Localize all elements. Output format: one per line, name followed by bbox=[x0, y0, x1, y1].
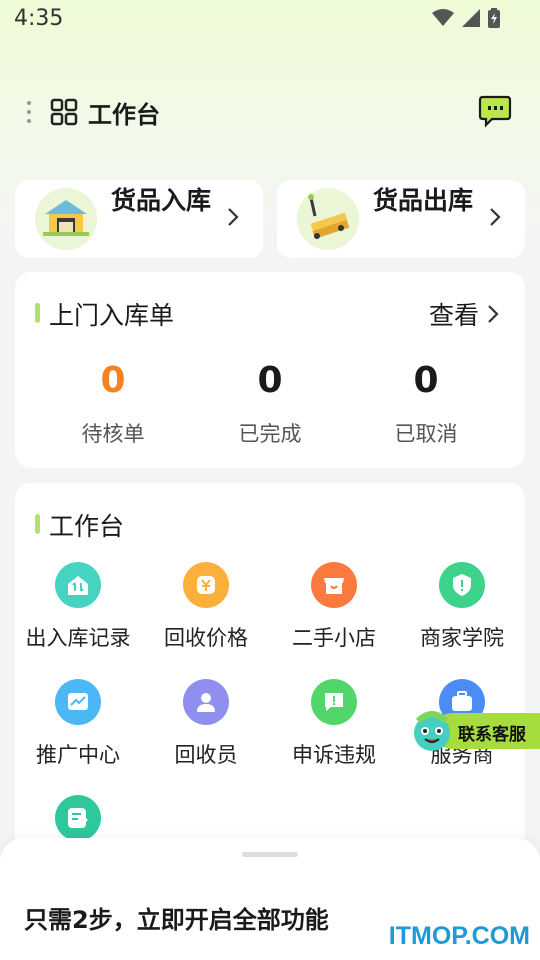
person-icon bbox=[183, 679, 229, 725]
chat-bubble-icon[interactable] bbox=[478, 94, 512, 128]
stock-in-card[interactable]: 货品入库 bbox=[15, 180, 263, 258]
stat-label: 已完成 bbox=[238, 422, 302, 446]
grid-item-appeal-violation[interactable]: 申诉违规 bbox=[270, 679, 398, 769]
stock-in-label: 货品入库 bbox=[111, 186, 212, 215]
status-icons bbox=[432, 8, 500, 28]
stat-label: 待核单 bbox=[81, 422, 145, 446]
stat-value: 0 bbox=[413, 360, 439, 401]
chevron-right-icon bbox=[488, 305, 499, 323]
grid-item-second-hand-shop[interactable]: 二手小店 bbox=[270, 562, 398, 652]
stat-value: 0 bbox=[257, 360, 283, 401]
grid-item-label: 申诉违规 bbox=[292, 743, 376, 767]
yen-price-icon bbox=[183, 562, 229, 608]
grid-item-label: 出入库记录 bbox=[25, 626, 131, 650]
page-title: 工作台 bbox=[88, 101, 160, 129]
stat-label: 已取消 bbox=[394, 422, 458, 446]
stat-value: 0 bbox=[100, 360, 126, 401]
grid-icon[interactable] bbox=[50, 98, 78, 126]
view-orders-link[interactable]: 查看 bbox=[429, 296, 499, 332]
watermark: ITMOP.COM bbox=[388, 922, 530, 950]
stock-out-card[interactable]: 货品出库 bbox=[277, 180, 525, 258]
view-label: 查看 bbox=[428, 301, 479, 330]
grid-item-promotion-center[interactable]: 推广中心 bbox=[14, 679, 142, 769]
grid-item-in-out-records[interactable]: 出入库记录 bbox=[14, 562, 142, 652]
title-accent-bar bbox=[35, 303, 40, 323]
signal-icon bbox=[462, 9, 480, 27]
stat-pending[interactable]: 0 待核单 bbox=[43, 360, 183, 448]
stat-completed[interactable]: 0 已完成 bbox=[200, 360, 340, 448]
mascot-icon bbox=[414, 711, 450, 751]
chevron-right-icon bbox=[490, 208, 501, 226]
shop-icon bbox=[311, 562, 357, 608]
pallet-truck-icon bbox=[297, 188, 359, 250]
grid-item-label: 商家学院 bbox=[420, 626, 504, 650]
in-out-record-icon bbox=[55, 562, 101, 608]
bottom-sheet[interactable]: 只需2步，立即开启全部功能 ITMOP.COM bbox=[0, 838, 540, 960]
contact-customer-service-button[interactable]: 联系客服 bbox=[408, 707, 540, 755]
door-stock-in-orders-card: 上门入库单 查看 0 待核单 0 已完成 0 已取消 bbox=[15, 272, 525, 468]
status-bar: 4:35 bbox=[0, 0, 540, 40]
trend-chart-icon bbox=[55, 679, 101, 725]
more-dots-icon[interactable] bbox=[26, 100, 32, 124]
grid-item-label: 二手小店 bbox=[292, 626, 376, 650]
title-accent-bar bbox=[35, 514, 40, 534]
stat-cancelled[interactable]: 0 已取消 bbox=[356, 360, 496, 448]
header: 工作台 bbox=[0, 88, 540, 136]
grid-item-label: 推广中心 bbox=[36, 743, 120, 767]
shield-icon bbox=[439, 562, 485, 608]
grid-item-recycle-price[interactable]: 回收价格 bbox=[142, 562, 270, 652]
sheet-prompt-text: 只需2步，立即开启全部功能 bbox=[24, 906, 329, 934]
status-time: 4:35 bbox=[14, 6, 64, 31]
grid-item-merchant-academy[interactable]: 商家学院 bbox=[398, 562, 526, 652]
sheet-drag-handle[interactable] bbox=[242, 852, 298, 857]
wifi-icon bbox=[432, 9, 454, 26]
edit-note-icon bbox=[55, 795, 101, 841]
battery-icon bbox=[488, 8, 500, 28]
chevron-right-icon bbox=[228, 208, 239, 226]
workbench-title: 工作台 bbox=[49, 512, 125, 541]
grid-item-label: 回收价格 bbox=[164, 626, 248, 650]
kefu-label: 联系客服 bbox=[458, 725, 526, 745]
alert-chat-icon bbox=[311, 679, 357, 725]
stock-out-label: 货品出库 bbox=[373, 186, 474, 215]
warehouse-icon bbox=[35, 188, 97, 250]
orders-title: 上门入库单 bbox=[49, 301, 175, 330]
grid-item-label: 回收员 bbox=[174, 743, 238, 767]
grid-item-recycler[interactable]: 回收员 bbox=[142, 679, 270, 769]
